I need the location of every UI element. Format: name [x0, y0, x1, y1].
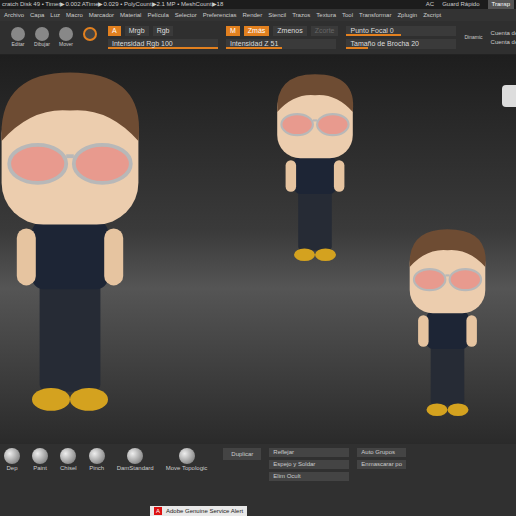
toggle-button[interactable]: Zcorte: [311, 26, 339, 36]
toggle-button[interactable]: Mrgb: [125, 26, 149, 36]
tool-button[interactable]: Editar: [8, 27, 28, 48]
menu-item[interactable]: Luz: [50, 9, 60, 21]
slider[interactable]: Intensidad Z 51: [226, 39, 336, 49]
toggle-button[interactable]: Rgb: [153, 26, 174, 36]
menu-item[interactable]: Textura: [316, 9, 336, 21]
info-text: Cuenta de Puntos Activos: 49.981: [491, 29, 516, 38]
brush-sphere-icon: [60, 448, 76, 464]
menu-item[interactable]: Trazos: [292, 9, 310, 21]
brush-button[interactable]: Move Topologic: [166, 448, 208, 473]
menu-item[interactable]: Material: [120, 9, 141, 21]
action-button[interactable]: Duplicar: [223, 448, 261, 460]
action-button[interactable]: Enmascarar po: [357, 460, 406, 469]
tool-icon: [59, 27, 73, 41]
tool-icon: [83, 27, 97, 41]
character-model-icon: [260, 70, 370, 280]
tool-icon: [35, 27, 49, 41]
menu-item[interactable]: Macro: [66, 9, 83, 21]
slider-fill: [108, 47, 218, 49]
zbrush-window: cratch Disk 49 • Timer▶0.002 ATime▶0.029…: [0, 0, 516, 516]
slider[interactable]: Punto Focal 0: [346, 26, 456, 36]
alert-notification[interactable]: AAdobe Genuine Service Alert: [150, 506, 247, 516]
action-button[interactable]: Reflejar: [269, 448, 349, 457]
slider-fill: [346, 47, 368, 49]
info-text: Cuenta de Puntos Totales: 2.150: [491, 38, 516, 47]
slider-fill: [346, 34, 401, 36]
menu-item[interactable]: Tool: [342, 9, 353, 21]
menu-item[interactable]: Preferencias: [203, 9, 237, 21]
slider-fill: [226, 47, 282, 49]
menu-item[interactable]: Selector: [175, 9, 197, 21]
brush-sphere-icon: [32, 448, 48, 464]
viewport[interactable]: [0, 55, 516, 444]
menu-item[interactable]: Película: [147, 9, 168, 21]
menu-item[interactable]: Archivo: [4, 9, 24, 21]
menu-item[interactable]: Marcador: [89, 9, 114, 21]
brush-sphere-icon: [4, 448, 20, 464]
toggle-button[interactable]: Zmenos: [273, 26, 306, 36]
status-bar: cratch Disk 49 • Timer▶0.002 ATime▶0.029…: [0, 0, 516, 9]
toggle-button[interactable]: Zmás: [244, 26, 270, 36]
menu-item[interactable]: Zplugin: [397, 9, 417, 21]
brush-button[interactable]: Chisel: [60, 448, 77, 473]
menu-item[interactable]: Zscript: [423, 9, 441, 21]
slider[interactable]: Tamaño de Brocha 20: [346, 39, 456, 49]
brush-sphere-icon: [179, 448, 195, 464]
character-model-icon: [380, 225, 515, 435]
action-button[interactable]: Espejo y Soldar: [269, 460, 349, 469]
adobe-icon: A: [154, 507, 162, 515]
tool-button[interactable]: Dibujar: [32, 27, 52, 48]
menu-item[interactable]: Render: [242, 9, 262, 21]
brush-button[interactable]: DamStandard: [117, 448, 154, 473]
menu-item[interactable]: Transformar: [359, 9, 391, 21]
brush-sphere-icon: [89, 448, 105, 464]
action-button[interactable]: Elim Ocult: [269, 472, 349, 481]
bottom-palette: Dep Paint Chisel Pinch DamStandard Move Topol…: [0, 444, 516, 516]
action-button[interactable]: Auto Grupos: [357, 448, 406, 457]
brush-button[interactable]: Paint: [32, 448, 48, 473]
menu-item[interactable]: Capa: [30, 9, 44, 21]
menu-bar: Archivo Capa Luz Macro Marcador Material Pelíc…: [0, 9, 516, 21]
toggle-button[interactable]: A: [108, 26, 121, 36]
tool-button[interactable]: Mover: [56, 27, 76, 48]
tool-button[interactable]: [80, 27, 100, 48]
status-item[interactable]: Transp: [488, 0, 514, 9]
brush-sphere-icon: [127, 448, 143, 464]
brush-button[interactable]: Pinch: [89, 448, 105, 473]
status-item[interactable]: AC: [426, 0, 434, 9]
dynamic-button[interactable]: Dinamic: [464, 34, 482, 42]
slider[interactable]: Intensidad Rgb 100: [108, 39, 218, 49]
toggle-button[interactable]: M: [226, 26, 240, 36]
status-item[interactable]: Guard Rápido: [442, 0, 479, 9]
model-fragment-icon: [502, 85, 516, 107]
brush-button[interactable]: Dep: [4, 448, 20, 473]
character-model-icon: [0, 65, 170, 445]
toolbar: EditarDibujarMover A Mrgb Rgb Intensidad Rgb…: [0, 21, 516, 55]
menu-item[interactable]: Stencil: [268, 9, 286, 21]
tool-icon: [11, 27, 25, 41]
